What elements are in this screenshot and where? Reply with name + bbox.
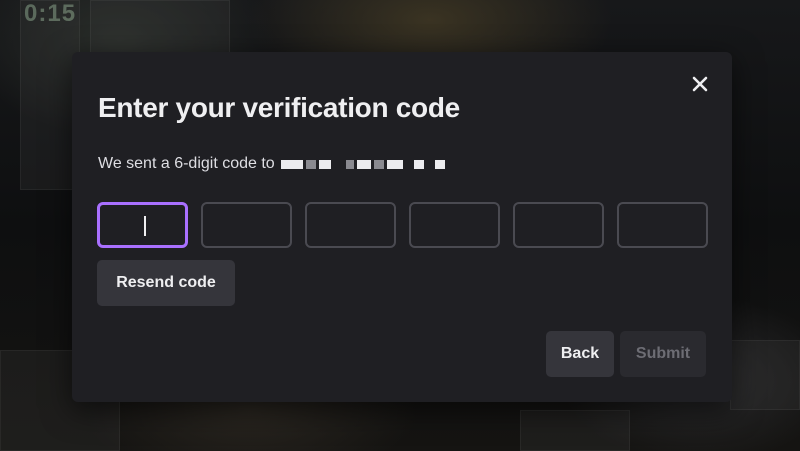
code-digit-input-2[interactable] [201,202,292,248]
verification-dialog: Enter your verification code We sent a 6… [72,52,732,402]
code-digit-input-1[interactable] [97,202,188,248]
dialog-title: Enter your verification code [98,92,460,123]
code-digit-input-5[interactable] [513,202,604,248]
background-tile [20,0,80,190]
code-input-row [97,202,708,248]
background-tile [730,340,800,410]
background-tile [90,0,230,55]
background-tile [520,410,630,451]
text-caret [144,216,146,236]
close-button[interactable] [686,70,714,98]
subtitle-text: We sent a 6-digit code to [98,155,275,172]
back-button[interactable]: Back [546,331,614,377]
code-digit-input-3[interactable] [305,202,396,248]
code-digit-input-4[interactable] [409,202,500,248]
redacted-email [280,159,445,169]
dialog-subtitle: We sent a 6-digit code to [98,155,445,173]
submit-button[interactable]: Submit [620,331,706,377]
close-icon [692,76,708,92]
code-digit-input-6[interactable] [617,202,708,248]
resend-code-button[interactable]: Resend code [97,260,235,306]
